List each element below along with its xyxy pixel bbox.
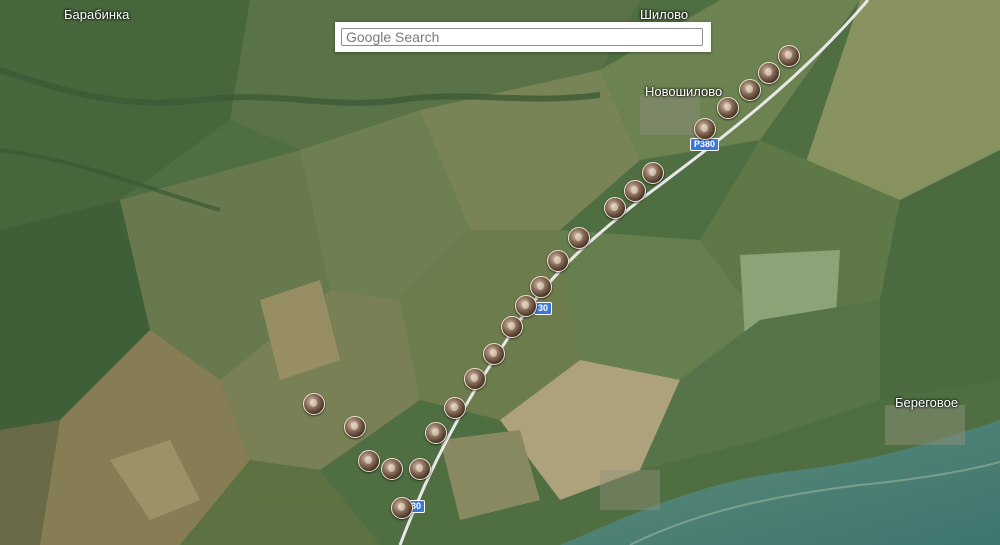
photo-marker[interactable] <box>624 180 646 202</box>
satellite-imagery <box>0 0 1000 545</box>
photo-marker[interactable] <box>568 227 590 249</box>
photo-marker[interactable] <box>409 458 431 480</box>
photo-marker[interactable] <box>483 343 505 365</box>
search-box <box>335 22 711 52</box>
photo-marker[interactable] <box>778 45 800 67</box>
photo-marker[interactable] <box>358 450 380 472</box>
search-input[interactable] <box>341 28 703 46</box>
satellite-map[interactable]: Барабинка Шилово Новошилово Береговое Р3… <box>0 0 1000 545</box>
photo-marker[interactable] <box>717 97 739 119</box>
photo-marker[interactable] <box>642 162 664 184</box>
photo-marker[interactable] <box>604 197 626 219</box>
photo-marker[interactable] <box>391 497 413 519</box>
photo-marker[interactable] <box>739 79 761 101</box>
photo-marker[interactable] <box>530 276 552 298</box>
photo-marker[interactable] <box>501 316 523 338</box>
photo-marker[interactable] <box>303 393 325 415</box>
photo-marker[interactable] <box>758 62 780 84</box>
photo-marker[interactable] <box>425 422 447 444</box>
photo-marker[interactable] <box>344 416 366 438</box>
photo-marker[interactable] <box>694 118 716 140</box>
photo-marker[interactable] <box>381 458 403 480</box>
photo-marker[interactable] <box>547 250 569 272</box>
photo-marker[interactable] <box>464 368 486 390</box>
photo-marker[interactable] <box>515 295 537 317</box>
photo-marker[interactable] <box>444 397 466 419</box>
